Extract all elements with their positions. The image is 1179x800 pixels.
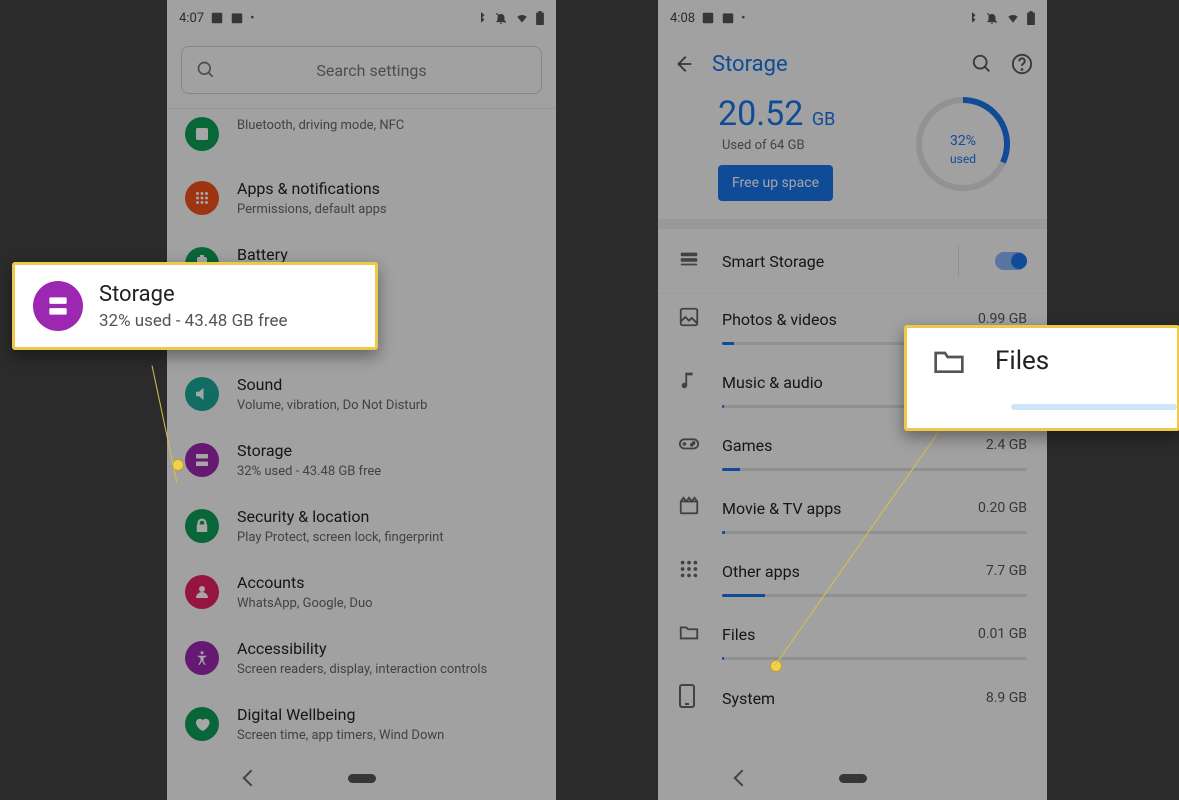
row-title: Accessibility [237, 639, 538, 659]
row-title: Digital Wellbeing [237, 705, 538, 725]
dnd-icon [494, 11, 508, 25]
cat-files[interactable]: Files 0.01 GB [658, 609, 1047, 672]
search-placeholder: Search settings [216, 61, 527, 80]
callout-label: Files [995, 346, 1049, 376]
status-bar: 4:08 • [658, 0, 1047, 36]
row-sub: Screen readers, display, interaction con… [237, 662, 538, 677]
cat-system[interactable]: System 8.9 GB [658, 672, 1047, 752]
games-icon [678, 432, 700, 458]
settings-row-sound[interactable]: Sound Volume, vibration, Do Not Disturb [167, 361, 556, 427]
status-time: 4:08 [670, 11, 695, 26]
settings-row-wellbeing[interactable]: Digital Wellbeing Screen time, app timer… [167, 691, 556, 757]
storage-header: 20.52 GB Used of 64 GB Free up space 32%… [658, 92, 1047, 219]
nav-bar[interactable] [658, 756, 1047, 800]
storage-icon [185, 443, 219, 477]
help-icon[interactable] [1011, 53, 1033, 75]
accounts-icon [185, 575, 219, 609]
calendar-icon [721, 11, 735, 25]
row-title: Security & location [237, 507, 538, 527]
more-icon: • [250, 11, 254, 26]
movie-icon [678, 495, 700, 521]
smart-storage-toggle[interactable] [995, 252, 1027, 270]
row-sub: Volume, vibration, Do Not Disturb [237, 398, 538, 413]
system-icon [678, 684, 700, 712]
row-sub: Permissions, default apps [237, 202, 538, 217]
folder-icon [678, 621, 700, 647]
row-sub: WhatsApp, Google, Duo [237, 596, 538, 611]
settings-row-accounts[interactable]: Accounts WhatsApp, Google, Duo [167, 559, 556, 625]
smart-storage-icon [678, 248, 700, 274]
sound-icon [185, 377, 219, 411]
appbar: Storage [658, 36, 1047, 92]
bluetooth-icon [965, 11, 979, 25]
apps-icon [185, 181, 219, 215]
row-title: Apps & notifications [237, 179, 538, 199]
usage-total: Used of 64 GB [722, 138, 835, 153]
photos-icon [678, 306, 700, 332]
settings-row-apps[interactable]: Apps & notifications Permissions, defaul… [167, 165, 556, 231]
callout-files: Files [904, 325, 1179, 431]
callout-bar [1011, 404, 1177, 410]
row-sub: Bluetooth, driving mode, NFC [237, 118, 538, 133]
row-sub: 32% used - 43.48 GB free [237, 464, 538, 479]
cat-movies[interactable]: Movie & TV apps 0.20 GB [658, 483, 1047, 546]
photo-icon [210, 11, 224, 25]
row-sub: Screen time, app timers, Wind Down [237, 728, 538, 743]
accessibility-icon [185, 641, 219, 675]
search-icon[interactable] [971, 53, 993, 75]
callout-storage: Storage 32% used - 43.48 GB free [12, 262, 378, 350]
nav-bar[interactable] [167, 756, 556, 800]
apps-icon [678, 558, 700, 584]
callout-title: Storage [99, 282, 288, 307]
wifi-icon [1005, 11, 1021, 25]
battery-icon [1027, 11, 1035, 25]
row-title: Storage [237, 441, 538, 461]
settings-row-security[interactable]: Security & location Play Protect, screen… [167, 493, 556, 559]
search-settings-input[interactable]: Search settings [181, 46, 542, 94]
phone-settings: 4:07 • Search settings Bluetooth, drivin… [167, 0, 556, 800]
status-bar: 4:07 • [167, 0, 556, 36]
back-icon[interactable] [672, 53, 694, 75]
usage-ring: 32% used [913, 94, 1013, 194]
usage-amount: 20.52 GB [718, 94, 835, 134]
wellbeing-icon [185, 707, 219, 741]
page-title: Storage [712, 52, 953, 77]
settings-row-connected[interactable]: Bluetooth, driving mode, NFC [167, 109, 556, 165]
cat-other[interactable]: Other apps 7.7 GB [658, 546, 1047, 609]
status-time: 4:07 [179, 11, 204, 26]
photo-icon [701, 11, 715, 25]
smart-storage-label: Smart Storage [722, 252, 936, 271]
music-icon [678, 369, 700, 395]
nav-pill[interactable] [348, 774, 376, 783]
row-sub: Play Protect, screen lock, fingerprint [237, 530, 538, 545]
wifi-icon [514, 11, 530, 25]
settings-row-storage[interactable]: Storage 32% used - 43.48 GB free [167, 427, 556, 493]
more-icon: • [741, 11, 745, 26]
search-icon [196, 60, 216, 80]
security-icon [185, 509, 219, 543]
smart-storage-row[interactable]: Smart Storage [658, 229, 1047, 293]
settings-row-accessibility[interactable]: Accessibility Screen readers, display, i… [167, 625, 556, 691]
nav-pill[interactable] [839, 774, 867, 783]
connected-icon [185, 117, 219, 151]
calendar-icon [230, 11, 244, 25]
row-title: Accounts [237, 573, 538, 593]
folder-icon [933, 347, 965, 375]
callout-sub: 32% used - 43.48 GB free [99, 311, 288, 331]
battery-icon [536, 11, 544, 25]
free-up-space-button[interactable]: Free up space [718, 165, 833, 201]
bluetooth-icon [474, 11, 488, 25]
row-title: Sound [237, 375, 538, 395]
storage-icon [33, 281, 83, 331]
dnd-icon [985, 11, 999, 25]
